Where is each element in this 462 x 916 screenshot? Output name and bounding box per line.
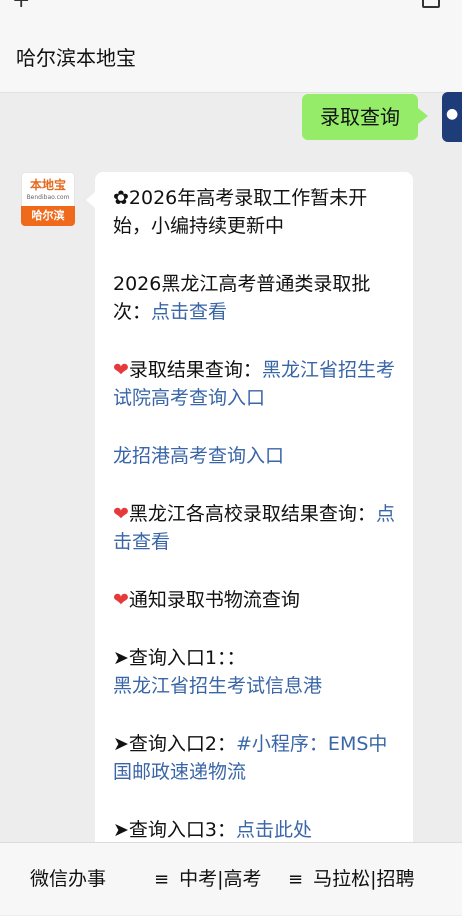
message-paragraph: ➤查询入口2：#小程序：EMS中国邮政速递物流 (113, 730, 395, 786)
heart-icon: ❤ (113, 589, 129, 611)
menu-item-exams[interactable]: ≡ 中考|高考 (154, 843, 262, 915)
chat-title: 哈尔滨本地宝 (16, 46, 136, 70)
heart-icon: ❤ (113, 359, 129, 381)
message-paragraph: ➤查询入口1：： 黑龙江省招生考试信息港 (113, 644, 395, 700)
message-paragraph: ❤通知录取书物流查询 (113, 586, 395, 614)
outgoing-message-bubble[interactable]: 录取查询 (302, 94, 428, 140)
message-text: ➤查询入口3： (113, 819, 237, 841)
plus-icon[interactable]: + (12, 0, 30, 13)
heart-icon: ❤ (113, 503, 129, 525)
exam-info-port-link[interactable]: 黑龙江省招生考试信息港 (113, 675, 322, 697)
bot-avatar[interactable]: 本地宝 Bendibao.com 哈尔滨 (21, 172, 75, 226)
menu-list-icon: ≡ (288, 869, 304, 890)
message-paragraph: ❤录取结果查询：黑龙江省招生考试院高考查询入口 (113, 356, 395, 412)
message-text: ➤查询入口1：： (113, 647, 246, 669)
menu-item-wechat-services[interactable]: 微信办事 (30, 843, 106, 915)
menu-list-icon: ≡ (154, 869, 170, 890)
chat-area: 录取查询 ● 本地宝 Bendibao.com 哈尔滨 ✿2026年高考录取工作… (0, 92, 462, 842)
menu-item-label: 微信办事 (30, 868, 107, 890)
bottom-menu-bar: 微信办事 ≡ 中考|高考 ≡ 马拉松|招聘 (0, 842, 462, 915)
message-paragraph: ➤查询入口3：点击此处 (113, 816, 395, 842)
message-text: ➤查询入口2： (113, 733, 237, 755)
incoming-message-bubble: ✿2026年高考录取工作暂未开始，小编持续更新中 2026黑龙江高考普通类录取批… (86, 172, 413, 842)
click-here-link[interactable]: 点击此处 (236, 819, 312, 841)
message-paragraph: 2026黑龙江高考普通类录取批次：点击查看 (113, 270, 395, 326)
menu-item-label: 中考|高考 (179, 868, 262, 890)
message-text: 录取结果查询： (128, 359, 262, 381)
window-icon[interactable] (422, 0, 440, 8)
message-paragraph: ✿2026年高考录取工作暂未开始，小编持续更新中 (113, 187, 368, 237)
message-paragraph: 龙招港高考查询入口 (113, 442, 395, 470)
menu-item-marathon-jobs[interactable]: ≡ 马拉松|招聘 (288, 843, 415, 915)
message-text: 黑龙江各高校录取结果查询： (128, 503, 376, 525)
logo-brand-text: 本地宝 (29, 178, 66, 192)
logo-site-text: Bendibao.com (26, 194, 70, 201)
message-paragraph: ❤黑龙江各高校录取结果查询：点击查看 (113, 500, 395, 556)
user-avatar-glyph: ● (446, 106, 459, 122)
message-text: 通知录取书物流查询 (128, 589, 300, 611)
admission-batch-link[interactable]: 点击查看 (151, 301, 227, 323)
menu-item-label: 马拉松|招聘 (313, 868, 415, 890)
longzhaogang-link[interactable]: 龙招港高考查询入口 (113, 445, 284, 467)
user-avatar[interactable]: ● (442, 92, 462, 142)
logo-city-text: 哈尔滨 (21, 206, 75, 226)
outgoing-message-row: 录取查询 ● (0, 92, 462, 152)
header-bar: + 哈尔滨本地宝 (0, 0, 462, 93)
